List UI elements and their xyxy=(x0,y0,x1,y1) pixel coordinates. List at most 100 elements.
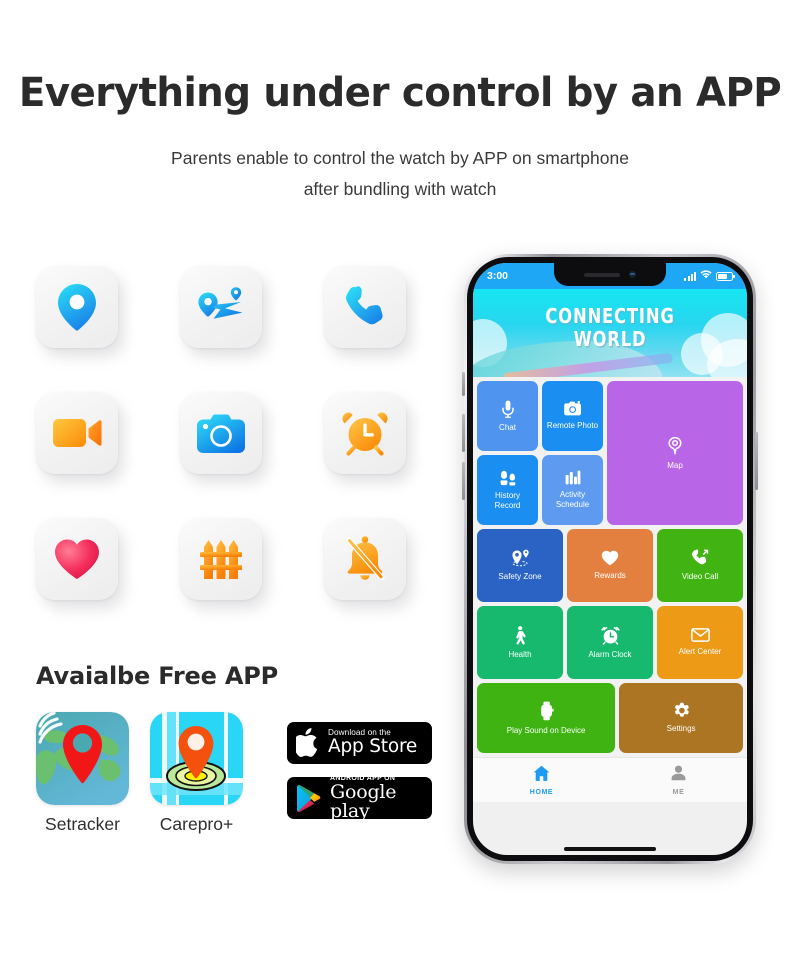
alarm-clock-icon xyxy=(324,392,406,474)
front-camera-icon xyxy=(629,271,636,278)
tile-label: Alert Center xyxy=(678,647,722,656)
tab-home[interactable]: HOME xyxy=(473,765,610,796)
home-icon xyxy=(533,765,550,786)
apple-logo-icon xyxy=(296,728,321,758)
camera-icon xyxy=(180,392,262,474)
tile-chat[interactable]: Chat xyxy=(477,381,538,451)
route-map-icon xyxy=(180,266,262,348)
tile-alarm-clock[interactable]: Alarm Clock xyxy=(567,606,653,679)
tile-remote-photo[interactable]: Remote Photo xyxy=(542,381,603,451)
tile-label: Health xyxy=(508,649,532,659)
tile-safety-zone[interactable]: Safety Zone xyxy=(477,529,563,602)
bar-chart-icon xyxy=(565,470,581,485)
tile-label: Activity Schedule xyxy=(555,490,590,509)
earpiece-speaker xyxy=(584,272,620,277)
tile-video-call[interactable]: Video Call xyxy=(657,529,743,602)
carepro-app-icon xyxy=(150,712,243,805)
volume-down-button[interactable] xyxy=(462,462,465,500)
store-app-name: Setracker xyxy=(45,814,120,834)
tile-history-record[interactable]: History Record xyxy=(477,455,538,525)
gear-icon xyxy=(673,702,690,719)
feature-cell-location xyxy=(36,266,180,392)
tile-map[interactable]: Map xyxy=(607,381,743,525)
tile-health[interactable]: Health xyxy=(477,606,563,679)
feature-cell-alarm xyxy=(324,392,468,518)
bottom-tab-bar: HOME ME xyxy=(473,757,747,802)
location-pin-icon xyxy=(36,266,118,348)
tile-activity-schedule[interactable]: Activity Schedule xyxy=(542,455,603,525)
microphone-icon xyxy=(501,400,515,418)
bell-off-icon xyxy=(324,518,406,600)
tile-label: Play Sound on Device xyxy=(506,725,586,735)
map-pin-icon xyxy=(667,436,683,456)
store-app-carepro[interactable]: Carepro+ xyxy=(150,712,243,835)
heart-icon xyxy=(36,518,118,600)
heart-icon xyxy=(601,550,619,566)
tab-me-label: ME xyxy=(672,788,685,796)
battery-icon xyxy=(716,271,735,281)
app-hero-text: CONNECTING WORLD xyxy=(498,305,723,351)
app-hero-line-2: WORLD xyxy=(573,327,647,351)
google-play-icon xyxy=(296,784,323,813)
setracker-app-icon xyxy=(36,712,129,805)
mute-switch[interactable] xyxy=(462,372,465,396)
feature-cell-heart xyxy=(36,518,180,644)
tile-label: Chat xyxy=(499,422,516,432)
page-subtitle-line-2: after bundling with watch xyxy=(303,179,497,199)
tile-row-4: Play Sound on Device Settings xyxy=(477,683,743,753)
tile-label: Safety Zone xyxy=(498,572,542,581)
phone-call-icon xyxy=(691,549,709,567)
phone-screen: 3:00 CONNECTING WORLD Chat Remote Photo … xyxy=(473,263,747,855)
video-camera-icon xyxy=(36,392,118,474)
feature-cell-camera xyxy=(180,392,324,518)
page-subtitle-line-1: Parents enable to control the watch by A… xyxy=(171,148,629,168)
phone-call-icon xyxy=(324,266,406,348)
app-hero-banner: CONNECTING WORLD xyxy=(473,289,747,377)
tile-label: Rewards xyxy=(594,571,626,580)
available-app-title: Avaialbe Free APP xyxy=(36,662,278,690)
store-app-list: Setracker Carepro+ xyxy=(36,712,243,835)
tile-label: History Record xyxy=(494,490,521,510)
feature-cell-video xyxy=(36,392,180,518)
tile-row-2: Safety Zone Rewards Video Call xyxy=(477,529,743,602)
phone-mockup: 3:00 CONNECTING WORLD Chat Remote Photo … xyxy=(462,254,758,864)
feature-cell-call xyxy=(324,266,468,392)
store-app-setracker[interactable]: Setracker xyxy=(36,712,129,835)
tab-me[interactable]: ME xyxy=(610,765,747,796)
app-store-badge[interactable]: Download on the App Store xyxy=(287,722,432,764)
page-title: Everything under control by an APP xyxy=(18,70,782,116)
store-app-name: Carepro+ xyxy=(159,814,234,834)
geofence-pin-icon xyxy=(510,549,530,567)
tile-rewards[interactable]: Rewards xyxy=(567,529,653,602)
smartwatch-icon xyxy=(539,701,554,721)
tile-subrow-2: History Record Activity Schedule xyxy=(477,455,603,525)
tile-row-3: Health Alarm Clock Alert Center xyxy=(477,606,743,679)
tile-alert-center[interactable]: Alert Center xyxy=(657,606,743,679)
feature-cell-bell-off xyxy=(324,518,468,644)
feature-cell-route xyxy=(180,266,324,392)
google-play-badge-text: ANDROID APP ON Google play xyxy=(330,775,423,821)
camera-icon xyxy=(563,401,582,416)
footprints-icon xyxy=(499,470,517,486)
tile-label: Settings xyxy=(666,724,696,733)
app-store-badge-text: Download on the App Store xyxy=(328,728,417,757)
volume-up-button[interactable] xyxy=(462,414,465,452)
tile-label: Alarm Clock xyxy=(588,649,632,659)
app-tile-grid: Chat Remote Photo History Record Activit… xyxy=(473,377,747,757)
app-hero-line-1: CONNECTING xyxy=(545,304,675,328)
google-play-badge[interactable]: ANDROID APP ON Google play xyxy=(287,775,432,821)
page-subtitle: Parents enable to control the watch by A… xyxy=(0,143,800,205)
tile-label: Map xyxy=(667,460,683,470)
power-button[interactable] xyxy=(755,432,758,490)
status-bar-indicators xyxy=(684,270,735,282)
poster-root: Everything under control by an APP Paren… xyxy=(0,0,800,962)
tile-settings[interactable]: Settings xyxy=(619,683,743,753)
envelope-icon xyxy=(690,628,710,642)
phone-notch xyxy=(554,263,666,286)
tab-home-label: HOME xyxy=(529,788,554,796)
feature-icon-grid xyxy=(36,266,436,644)
tile-label: Remote Photo xyxy=(546,421,599,430)
person-icon xyxy=(671,765,686,786)
tile-play-sound-on-device[interactable]: Play Sound on Device xyxy=(477,683,616,753)
tile-column-left: Chat Remote Photo History Record Activit… xyxy=(477,381,603,525)
